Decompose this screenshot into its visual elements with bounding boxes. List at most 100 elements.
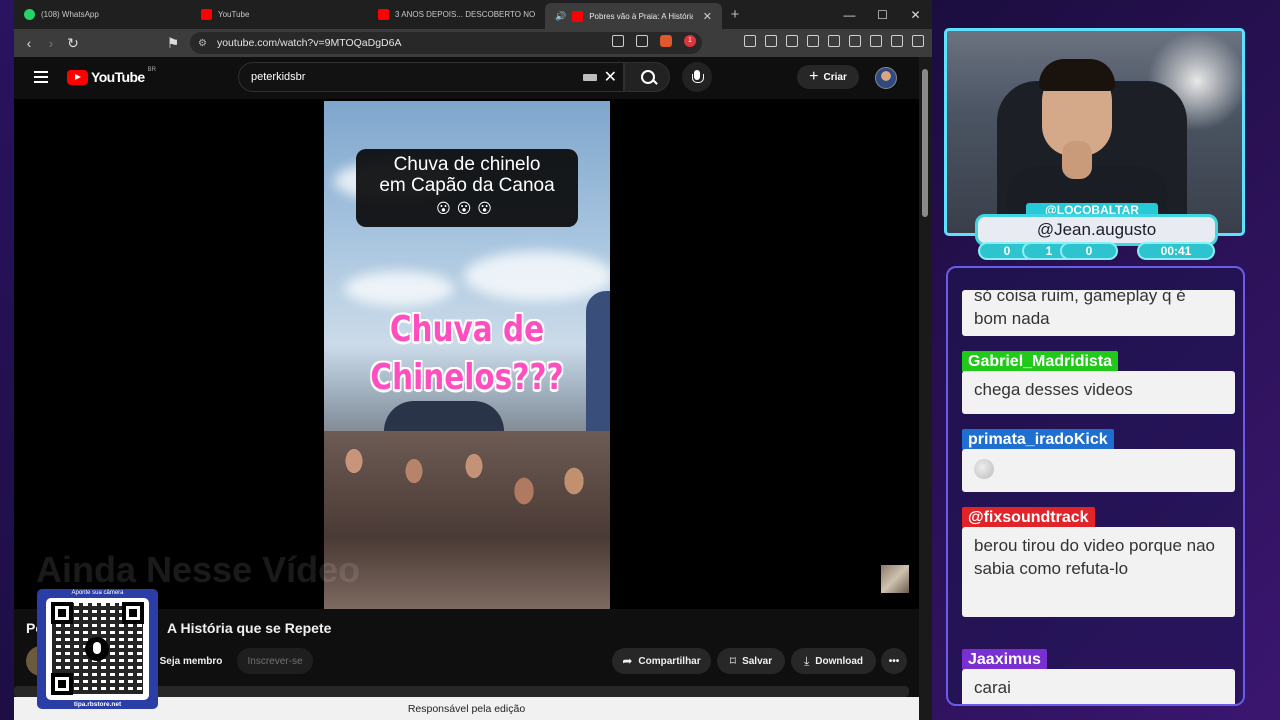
- leo-ai-icon[interactable]: [870, 35, 882, 47]
- save-label: Salvar: [742, 655, 773, 667]
- tab-whatsapp[interactable]: (108) WhatsApp: [14, 0, 191, 29]
- music-icon[interactable]: [786, 35, 798, 47]
- chat-message: só coisa ruim, gameplay q é bom nada: [962, 290, 1235, 336]
- whatsapp-icon: [24, 9, 35, 20]
- create-label: Criar: [823, 71, 847, 83]
- clear-search-icon[interactable]: ✕: [604, 67, 617, 87]
- search-button[interactable]: [624, 62, 670, 92]
- streamer-hand: [1062, 141, 1092, 179]
- reload-icon[interactable]: ↻: [62, 35, 84, 52]
- mini-thumbnail[interactable]: [881, 565, 909, 593]
- close-window-icon[interactable]: ✕: [899, 0, 932, 29]
- chat-username: Jaaximus: [962, 649, 1047, 670]
- pink-title-line-2: Chinelos???: [370, 357, 564, 398]
- chat-username: @fixsoundtrack: [962, 507, 1095, 528]
- qr-code: [46, 598, 149, 700]
- video-caption: Chuva de chinelo em Capão da Canoa 😮😮😮: [356, 149, 578, 227]
- brave-shield-icon[interactable]: [660, 35, 672, 47]
- youtube-icon: [572, 10, 584, 22]
- create-button[interactable]: + Criar: [797, 65, 859, 89]
- qr-finder: [51, 673, 73, 695]
- qr-logo-icon: [85, 637, 109, 661]
- cast-icon[interactable]: [612, 35, 624, 47]
- scrollbar-thumb[interactable]: [922, 69, 928, 217]
- site-info-icon[interactable]: ⚙: [198, 38, 207, 49]
- chat-message: [962, 449, 1235, 492]
- qr-code-card: Aponte sua câmera tipa.rbstore.net: [37, 589, 158, 709]
- search-input[interactable]: peterkidsbr ✕: [238, 62, 624, 92]
- account-avatar[interactable]: [875, 67, 897, 89]
- pink-title-line-1: Chuva de: [389, 309, 545, 350]
- address-bar[interactable]: ⚙ youtube.com/watch?v=9MTOQaDgD6A 1: [190, 32, 702, 54]
- page-scrollbar[interactable]: [919, 57, 932, 720]
- cloud: [464, 251, 610, 301]
- caption-line-2: em Capão da Canoa: [379, 175, 555, 196]
- window-controls: — ☐ ✕: [833, 0, 932, 29]
- download-label: Download: [815, 655, 864, 667]
- edit-credit-text: Responsável pela edição: [407, 702, 526, 715]
- vpn-icon[interactable]: [891, 35, 903, 47]
- caption-emojis: 😮😮😮: [436, 200, 498, 216]
- bookmark-save-icon: ⌑: [729, 654, 737, 668]
- crowd: [324, 431, 610, 609]
- youtube-icon: [201, 9, 212, 20]
- menu-icon[interactable]: [912, 35, 924, 47]
- download-button[interactable]: ⤓ Download: [791, 648, 876, 674]
- tab-title: 3 ANOS DEPOIS... DESCOBERTO NOVO CAP: [395, 10, 535, 19]
- umbrella: [384, 401, 504, 431]
- youtube-logo[interactable]: YouTube BR: [67, 67, 156, 85]
- back-icon[interactable]: ‹: [18, 35, 40, 51]
- youtube-icon: [378, 9, 389, 20]
- stat-counter: 0: [1060, 242, 1118, 260]
- maximize-icon[interactable]: ☐: [866, 0, 899, 29]
- youtube-wordmark: YouTube: [91, 69, 145, 85]
- bookmark-icon[interactable]: ⚑: [162, 35, 184, 52]
- wallet-icon[interactable]: [849, 35, 861, 47]
- close-tab-icon[interactable]: ✕: [703, 10, 712, 23]
- member-label: Seja membro: [159, 655, 223, 667]
- streamer-hair: [1039, 59, 1115, 91]
- brave-rewards-icon[interactable]: 1: [684, 35, 696, 47]
- more-actions-button[interactable]: •••: [881, 648, 907, 674]
- chat-username: Gabriel_Madridista: [962, 351, 1119, 372]
- tab-youtube[interactable]: YouTube: [191, 0, 368, 29]
- url-text: youtube.com/watch?v=9MTOQaDgD6A: [216, 37, 402, 49]
- new-tab-button[interactable]: +: [722, 0, 748, 29]
- share-button[interactable]: ➦ Compartilhar: [612, 648, 711, 674]
- more-icon: •••: [888, 655, 900, 667]
- video-player[interactable]: Chuva de chinelo em Capão da Canoa 😮😮😮 C…: [14, 99, 919, 609]
- sidebar-icon[interactable]: [828, 35, 840, 47]
- emote-icon: [974, 458, 994, 479]
- tab-video-3-anos[interactable]: 3 ANOS DEPOIS... DESCOBERTO NOVO CAP: [368, 0, 545, 29]
- reading-list-icon[interactable]: [807, 35, 819, 47]
- hamburger-menu-icon[interactable]: [34, 71, 48, 83]
- chat-message: berou tirou do video porque nao sabia co…: [962, 527, 1235, 617]
- voice-search-button[interactable]: [682, 62, 712, 92]
- caption-line-1: Chuva de chinelo: [393, 154, 541, 175]
- chat-message-text: chega desses videos: [974, 380, 1133, 399]
- tab-pobres-praia[interactable]: 🔊 Pobres vão à Praia: A História que se …: [545, 3, 722, 29]
- country-code: BR: [147, 67, 156, 73]
- stream-timer: 00:41: [1137, 242, 1215, 260]
- forward-icon[interactable]: ›: [40, 35, 62, 51]
- chat-message-text: berou tirou do video porque nao sabia co…: [974, 536, 1216, 578]
- minimize-icon[interactable]: —: [833, 0, 866, 29]
- screenshot-icon[interactable]: [765, 35, 777, 47]
- qr-finder: [51, 602, 73, 624]
- subscribe-label: Inscrever-se: [247, 655, 303, 667]
- search-query: peterkidsbr: [251, 71, 306, 83]
- video-pink-title: Chuva de Chinelos???: [350, 306, 585, 402]
- subscribe-button[interactable]: Inscrever-se: [237, 648, 313, 674]
- keyboard-icon[interactable]: [583, 74, 597, 81]
- extensions-row: [744, 35, 924, 47]
- save-button[interactable]: ⌑ Salvar: [717, 648, 785, 674]
- extensions-icon[interactable]: [744, 35, 756, 47]
- member-button[interactable]: Seja membro: [151, 648, 231, 674]
- tab-title: YouTube: [218, 10, 250, 19]
- chat-username: primata_iradoKick: [962, 429, 1114, 450]
- chat-message: carai: [962, 669, 1235, 704]
- video-title-end: A História que se Repete: [167, 620, 332, 636]
- overlay-watermark: Ainda Nesse Vídeo: [36, 549, 361, 590]
- share-icon[interactable]: [636, 35, 648, 47]
- plus-icon: +: [809, 68, 819, 85]
